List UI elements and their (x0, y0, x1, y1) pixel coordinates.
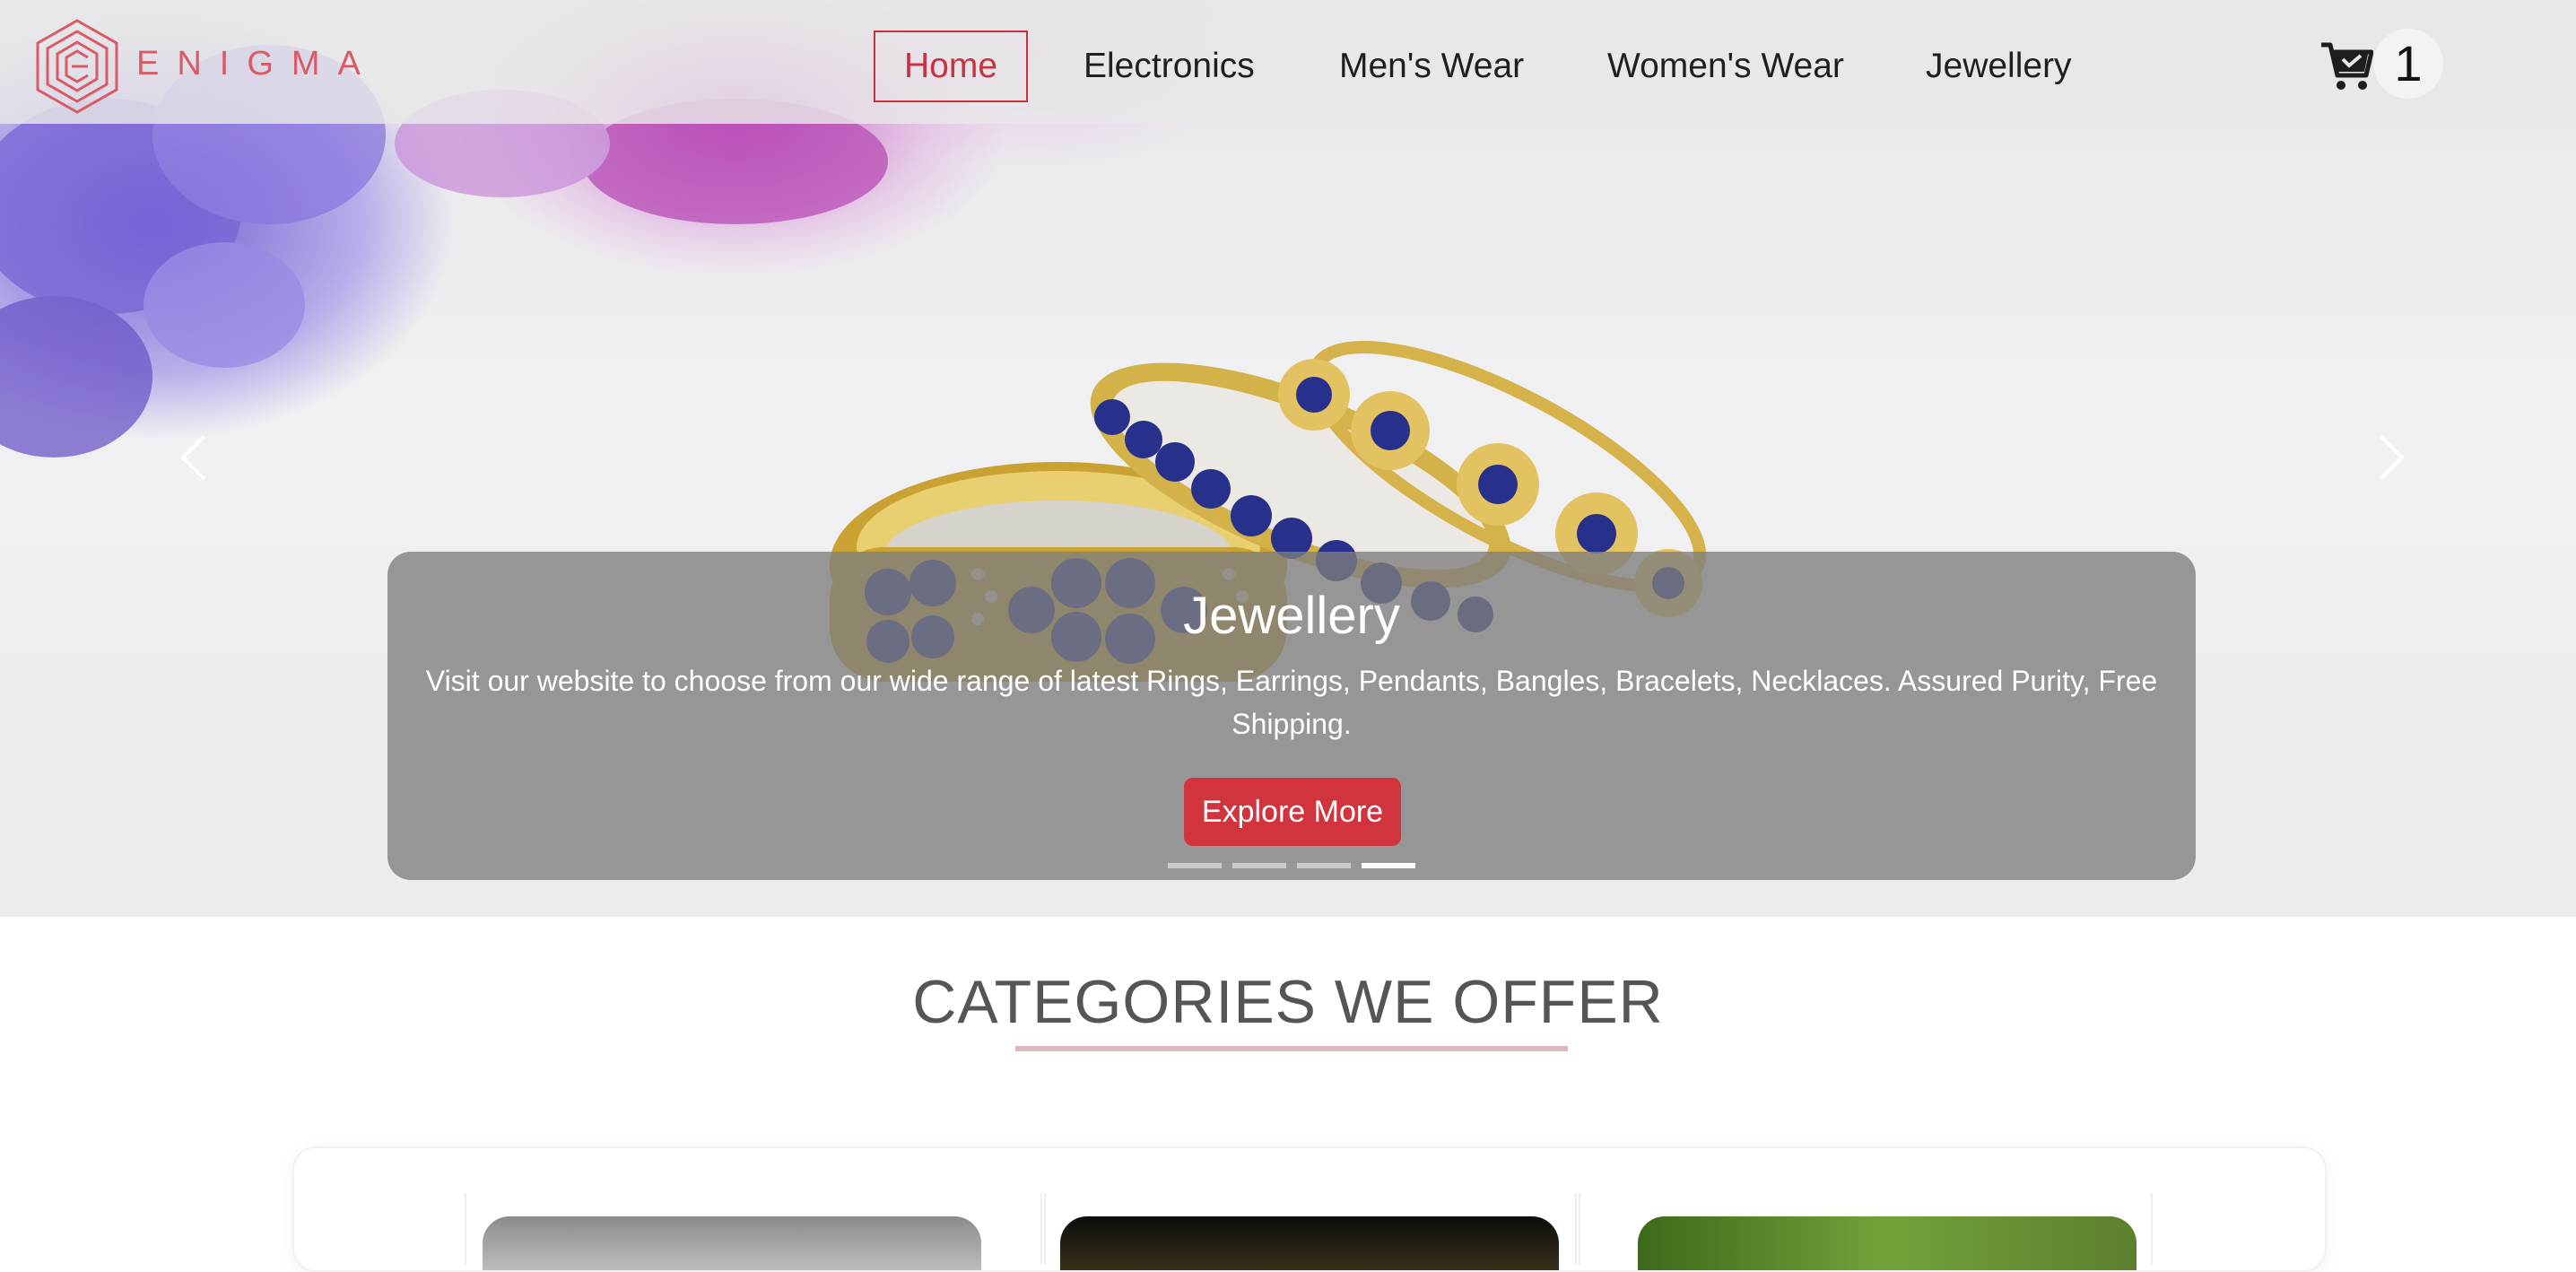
explore-more-button[interactable]: Explore More (1184, 778, 1401, 846)
carousel-indicator-4[interactable] (1362, 863, 1415, 868)
carousel-indicator-3[interactable] (1297, 863, 1351, 868)
category-card-image[interactable] (1638, 1216, 2137, 1270)
nav-jewellery[interactable]: Jewellery (1926, 30, 2072, 102)
navbar: ENIGMA Home Electronics Men's Wear Women… (0, 0, 2576, 124)
heading-underline (1015, 1046, 1568, 1051)
carousel-indicators (387, 863, 2196, 870)
carousel-indicator-1[interactable] (1168, 863, 1222, 868)
nav-electronics[interactable]: Electronics (1083, 30, 1255, 102)
carousel-title: Jewellery (1183, 587, 1400, 645)
cart-count-badge[interactable]: 1 (2373, 29, 2443, 99)
categories-heading: CATEGORIES WE OFFER (912, 968, 1664, 1036)
carousel-caption: Jewellery Visit our website to choose fr… (387, 552, 2196, 880)
nav-womens-wear[interactable]: Women's Wear (1607, 30, 1844, 102)
chevron-left-icon[interactable] (167, 422, 221, 493)
chevron-right-icon[interactable] (2364, 422, 2418, 493)
nav-mens-wear[interactable]: Men's Wear (1339, 30, 1524, 102)
carousel-indicator-2[interactable] (1232, 863, 1286, 868)
carousel-description: Visit our website to choose from our wid… (425, 665, 2158, 740)
brand-name[interactable]: ENIGMA (136, 45, 379, 83)
enigma-logo-icon[interactable] (34, 18, 120, 115)
cart-icon[interactable] (2319, 39, 2373, 93)
category-card-image[interactable] (1060, 1216, 1559, 1270)
category-card-image[interactable] (483, 1216, 981, 1270)
nav-home[interactable]: Home (874, 30, 1029, 102)
